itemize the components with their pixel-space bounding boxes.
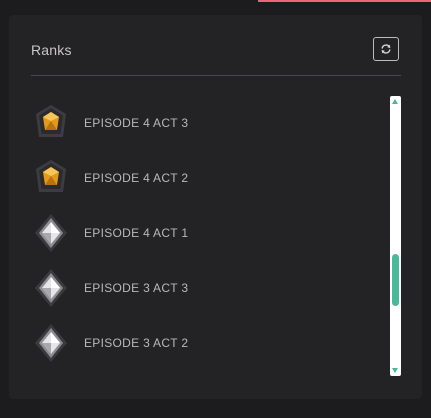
panel-title: Ranks <box>31 42 72 58</box>
scroll-up-arrow-icon[interactable] <box>392 99 398 104</box>
refresh-button[interactable] <box>373 37 399 61</box>
rank-row[interactable]: EPISODE 4 ACT 2 <box>31 152 371 204</box>
rank-label: EPISODE 3 ACT 3 <box>84 281 189 295</box>
rank-row[interactable]: EPISODE 4 ACT 1 <box>31 207 371 259</box>
refresh-icon <box>381 44 391 54</box>
ranks-list[interactable]: EPISODE 4 ACT 3 EPISODE 4 ACT 2 EPISODE … <box>31 97 381 377</box>
ranks-scrollbar[interactable] <box>390 96 401 376</box>
rank-label: EPISODE 4 ACT 3 <box>84 116 189 130</box>
panel-header: Ranks <box>31 37 401 67</box>
rank-row[interactable]: EPISODE 3 ACT 2 <box>31 317 371 369</box>
rank-row[interactable]: EPISODE 3 ACT 3 <box>31 262 371 314</box>
rank-label: EPISODE 4 ACT 2 <box>84 171 189 185</box>
gold-rank-icon <box>31 156 71 200</box>
header-divider <box>31 75 401 76</box>
silver-rank-icon <box>31 266 71 310</box>
silver-rank-icon <box>31 211 71 255</box>
rank-label: EPISODE 4 ACT 1 <box>84 226 189 240</box>
ranks-panel: Ranks EPISODE 4 ACT 3 EPISODE 4 ACT 2 EP… <box>9 15 422 399</box>
rank-row[interactable]: EPISODE 4 ACT 3 <box>31 97 371 149</box>
rank-label: EPISODE 3 ACT 2 <box>84 336 189 350</box>
scroll-down-arrow-icon[interactable] <box>392 368 398 373</box>
silver-rank-icon <box>31 321 71 365</box>
scroll-thumb[interactable] <box>392 254 399 306</box>
gold-rank-icon <box>31 101 71 145</box>
top-accent-bar <box>258 0 431 2</box>
